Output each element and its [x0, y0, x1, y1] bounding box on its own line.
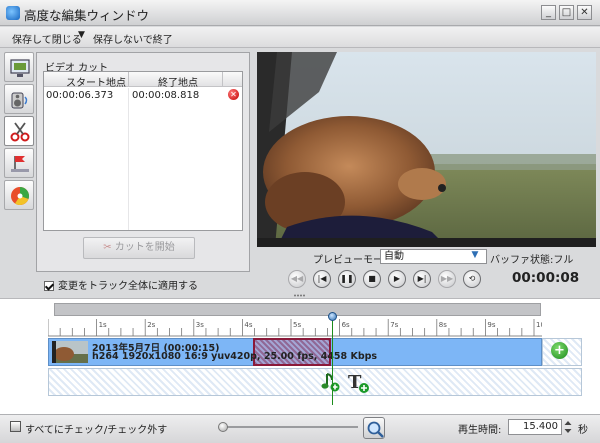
- start-cut-label: カットを開始: [114, 242, 175, 253]
- zoom-button[interactable]: [363, 417, 385, 439]
- forward-button[interactable]: ▶▶: [438, 270, 456, 288]
- add-clip-button[interactable]: +: [551, 342, 568, 359]
- column-divider: [222, 72, 223, 87]
- video-cut-panel: ビデオ カット スタート地点 終了地点 00:00:06.373 00:00:0…: [36, 52, 250, 272]
- end-column-header: 終了地点: [158, 78, 198, 89]
- clip-info: h264 1920x1080 16:9 yuv420p, 25.00 fps, …: [92, 351, 378, 362]
- window-title: 高度な編集ウィンドウ: [24, 8, 150, 23]
- chevron-down-icon[interactable]: ▼: [469, 250, 481, 261]
- column-divider: [128, 72, 129, 87]
- marker-tool-button[interactable]: [4, 148, 34, 178]
- ruler-label: 6s: [342, 321, 350, 329]
- ruler-label: 9s: [487, 321, 495, 329]
- ruler-label: 7s: [390, 321, 398, 329]
- buffer-status: バッファ状態:フル: [490, 255, 574, 266]
- add-music-icon[interactable]: [320, 372, 340, 392]
- ruler-label: 1s: [99, 321, 107, 329]
- clip-thumbnail: [52, 341, 88, 363]
- close-button[interactable]: ✕: [577, 5, 592, 20]
- loop-button[interactable]: ⟲: [463, 270, 481, 288]
- playtime-input[interactable]: 15.400: [508, 419, 562, 435]
- app-icon: [6, 6, 20, 20]
- scissors-icon: [10, 122, 30, 142]
- start-cut-button[interactable]: ✂ カットを開始: [83, 237, 195, 259]
- maximize-button[interactable]: □: [559, 5, 574, 20]
- playtime-label: 再生時間:: [458, 425, 502, 436]
- cut-list[interactable]: スタート地点 終了地点 00:00:06.373 00:00:08.818 ✕: [43, 71, 243, 231]
- dog-in-car-frame: [257, 52, 596, 247]
- monitor-icon: [10, 59, 30, 77]
- effect-tool-button[interactable]: [4, 180, 34, 210]
- cut-start-time: 00:00:06.373: [46, 90, 114, 101]
- effect-wheel-icon: [11, 186, 30, 206]
- check-all-toggle[interactable]: すべてにチェック/チェック外す: [25, 421, 167, 436]
- cut-end-time: 00:00:08.818: [132, 90, 200, 101]
- add-text-icon[interactable]: T: [347, 372, 371, 394]
- playhead[interactable]: [332, 313, 333, 405]
- ruler-label: 2s: [147, 321, 155, 329]
- flag-icon: [11, 156, 29, 172]
- ruler-label: 3s: [196, 321, 204, 329]
- rewind-button[interactable]: ◀◀: [288, 270, 306, 288]
- check-all-icon[interactable]: [10, 421, 21, 432]
- cut-tool-button[interactable]: [4, 116, 34, 146]
- column-divider: [128, 88, 129, 230]
- tool-strip: [4, 52, 34, 232]
- audio-track[interactable]: [48, 368, 582, 396]
- apply-all-checkbox[interactable]: [44, 281, 54, 291]
- minimize-button[interactable]: _: [541, 5, 556, 20]
- save-close-menu[interactable]: 保存して閉じる: [12, 31, 82, 46]
- stop-button[interactable]: ■: [363, 270, 381, 288]
- table-row[interactable]: 00:00:06.373 00:00:08.818 ✕: [44, 88, 242, 103]
- apply-all-label: 変更をトラック全体に適用する: [58, 281, 198, 292]
- title-bar: 高度な編集ウィンドウ _ □ ✕: [0, 0, 600, 26]
- playtime-stepper[interactable]: [563, 419, 573, 435]
- prev-button[interactable]: |◀: [313, 270, 331, 288]
- video-tool-button[interactable]: [4, 52, 34, 82]
- next-button[interactable]: ▶|: [413, 270, 431, 288]
- ruler-label: 4s: [244, 321, 252, 329]
- apply-all-option[interactable]: 変更をトラック全体に適用する: [44, 277, 198, 292]
- current-time: 00:00:08: [512, 270, 580, 286]
- magnifier-icon: [367, 421, 384, 438]
- speaker-icon: [11, 92, 28, 109]
- ruler-label: 5s: [293, 321, 301, 329]
- zoom-slider-handle[interactable]: [218, 422, 228, 432]
- audio-tool-button[interactable]: [4, 84, 34, 114]
- delete-icon[interactable]: ✕: [228, 89, 239, 100]
- chevron-down-icon[interactable]: ▼: [78, 30, 85, 40]
- preview-controls: プレビューモード: 自動 ▼ バッファ状態:フル ◀◀ |◀ ❚❚ ■ ▶ ▶|…: [257, 248, 596, 292]
- close-without-save-menu[interactable]: 保存しないで終了: [93, 31, 173, 46]
- playtime-unit: 秒: [578, 425, 588, 436]
- time-ruler[interactable]: 1s2s3s4s5s6s7s8s9s10s11s12s13s14s: [48, 317, 542, 337]
- scrub-track[interactable]: [54, 303, 541, 316]
- scissors-icon: ✂: [103, 242, 115, 253]
- ruler-label: 8s: [439, 321, 447, 329]
- play-button[interactable]: ▶: [388, 270, 406, 288]
- zoom-slider[interactable]: [226, 426, 358, 428]
- playhead-handle[interactable]: [328, 312, 337, 321]
- pause-button[interactable]: ❚❚: [338, 270, 356, 288]
- menu-bar: 保存して閉じる ▼ 保存しないで終了: [0, 27, 600, 48]
- cut-list-header: スタート地点 終了地点: [44, 72, 242, 89]
- ruler-label: 10s: [536, 321, 542, 329]
- video-preview: [257, 52, 596, 247]
- start-column-header: スタート地点: [66, 78, 126, 89]
